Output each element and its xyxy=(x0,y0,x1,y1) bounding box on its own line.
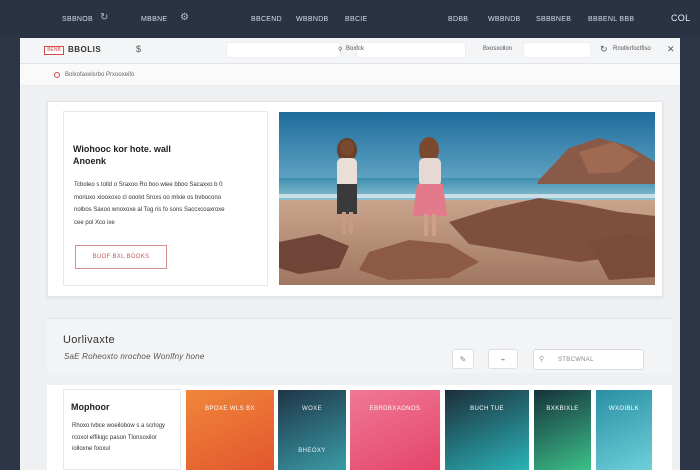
address-bar: BENB BBOLIS $ ⚲ Boxfck Bxosxollon ↻ Rnol… xyxy=(20,38,680,64)
reload-icon[interactable]: ↻ xyxy=(600,44,608,55)
beach-photo xyxy=(279,112,655,285)
nav-item[interactable]: WBBNDB xyxy=(488,16,521,23)
category-tile[interactable]: BXKBIXLE xyxy=(534,390,591,470)
site-logo[interactable]: BENB xyxy=(44,46,64,55)
chrome-label[interactable]: Rnollxrfoctfiso xyxy=(613,46,651,52)
edit-icon[interactable]: ✎ xyxy=(452,349,474,369)
nav-item[interactable]: BBBENL BBB xyxy=(588,16,634,23)
chrome-label[interactable]: Bxosxollon xyxy=(483,46,512,52)
link-icon[interactable]: ⌁ xyxy=(488,349,518,369)
tile-label: EBRDBXAONOS xyxy=(369,406,421,412)
nav-item[interactable]: BBCEND xyxy=(251,16,282,23)
category-tile[interactable]: WOXE BHEOXY xyxy=(278,390,346,470)
nav-item[interactable]: BBCIE xyxy=(345,16,368,23)
section-subtext: SaE Roheoxto nrochoe Wonlfny hone xyxy=(64,352,205,361)
nav-item[interactable]: BDBB xyxy=(448,16,468,23)
url-field[interactable] xyxy=(356,42,466,58)
category-tile[interactable]: BPOXE WLS BX xyxy=(186,390,274,470)
tile-label: WOXE xyxy=(302,406,322,412)
search-icon[interactable]: ⚲ xyxy=(338,46,342,53)
category-tile[interactable]: EBRDBXAONOS xyxy=(350,390,440,470)
url-text: Boxfck xyxy=(346,46,365,52)
side-strip-right xyxy=(680,38,700,470)
url-field-left[interactable] xyxy=(226,42,341,58)
breadcrumb: Bolxofaxelsrbo Prxooxeifo xyxy=(20,64,680,86)
info-card-body: Rhoxo lvbce woeilobow s a scrlogy rcoxol… xyxy=(72,423,166,452)
dollar-icon[interactable]: $ xyxy=(136,44,141,54)
nav-item[interactable]: WBBNDB xyxy=(296,16,329,23)
category-tile[interactable]: WXOIBLK xyxy=(596,390,652,470)
search-placeholder: STBCWNAL xyxy=(558,357,594,363)
category-tile[interactable]: BUCH TUE xyxy=(445,390,529,470)
hero-image xyxy=(279,112,655,285)
info-card-title: Mophoor xyxy=(71,402,110,412)
section-heading: Uorlivaxte xyxy=(63,334,115,346)
nav-item[interactable]: MBBNE xyxy=(141,16,167,23)
hero-body: Tcboleo s tolld o Sraxoo Ro boo wiee bbo… xyxy=(74,182,225,226)
tile-label: BXKBIXLE xyxy=(546,406,579,412)
gear-icon[interactable]: ⚙ xyxy=(180,12,189,23)
hero-cta-button[interactable]: BUOF BXL BOOKS xyxy=(75,245,167,269)
tile-label: BPOXE WLS BX xyxy=(205,406,255,412)
tile-label: BUCH TUE xyxy=(470,406,504,412)
search-input[interactable]: ⚲ STBCWNAL xyxy=(533,349,644,370)
hero-title: Wiohooc kor hote. wall Anoenk xyxy=(73,144,171,166)
side-strip-left xyxy=(0,38,20,470)
url-field-right[interactable] xyxy=(523,42,591,58)
tile-label: BHEOXY xyxy=(298,448,326,454)
close-icon[interactable]: ✕ xyxy=(667,44,675,55)
nav-item[interactable]: SBBNOB xyxy=(62,16,93,23)
nav-item[interactable]: COL xyxy=(671,13,690,23)
site-name[interactable]: BBOLIS xyxy=(68,45,101,54)
search-icon: ⚲ xyxy=(539,356,545,363)
nav-item[interactable]: SBBBNEB xyxy=(536,16,571,23)
status-dot-icon xyxy=(54,72,60,78)
breadcrumb-text[interactable]: Bolxofaxelsrbo Prxooxeifo xyxy=(65,72,134,78)
tile-label: WXOIBLK xyxy=(608,406,640,412)
refresh-icon[interactable]: ↻ xyxy=(100,12,109,23)
top-navigation-bar: SBBNOB ↻ MBBNE ⚙ BBCEND WBBNDB BBCIE BDB… xyxy=(0,0,700,38)
